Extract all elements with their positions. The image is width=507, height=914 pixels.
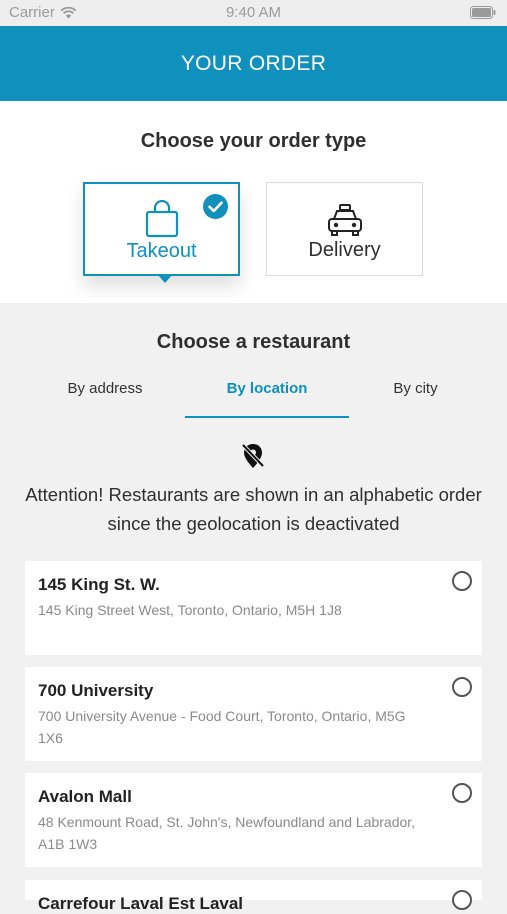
order-type-section: Choose your order type Takeout Delivery bbox=[0, 101, 507, 303]
geolocation-notice: Attention! Restaurants are shown in an a… bbox=[25, 484, 482, 534]
app-header: YOUR ORDER bbox=[0, 26, 507, 101]
restaurant-name: Carrefour Laval Est Laval bbox=[38, 894, 244, 913]
car-icon bbox=[326, 199, 364, 237]
radio-button[interactable] bbox=[452, 783, 472, 803]
restaurant-name: Avalon Mall bbox=[38, 787, 132, 806]
restaurant-address: 700 University Avenue - Food Court, Toro… bbox=[38, 708, 406, 746]
order-type-title: Choose your order type bbox=[140, 130, 367, 152]
shopping-bag-icon bbox=[145, 200, 179, 238]
restaurant-address: 145 King Street West, Toronto, Ontario, … bbox=[38, 602, 342, 618]
page-title: YOUR ORDER bbox=[180, 51, 327, 75]
check-icon bbox=[203, 194, 228, 219]
takeout-label: Takeout bbox=[126, 240, 197, 262]
restaurant-section-title: Choose a restaurant bbox=[156, 331, 351, 353]
battery-icon bbox=[470, 6, 496, 19]
status-time: 9:40 AM bbox=[225, 4, 282, 21]
location-off-icon bbox=[241, 443, 265, 468]
restaurant-name: 145 King St. W. bbox=[38, 575, 160, 594]
tab-by-address[interactable]: By address bbox=[25, 374, 185, 416]
radio-button[interactable] bbox=[452, 677, 472, 697]
restaurant-item-king-st[interactable]: 145 King St. W. 145 King Street West, To… bbox=[25, 561, 482, 655]
tab-by-city[interactable]: By city bbox=[349, 374, 482, 416]
radio-button[interactable] bbox=[452, 890, 472, 910]
restaurant-name: 700 University bbox=[38, 681, 154, 700]
restaurant-address: 48 Kenmount Road, St. John's, Newfoundla… bbox=[38, 814, 416, 852]
delivery-label: Delivery bbox=[308, 239, 381, 261]
selection-pointer bbox=[158, 275, 172, 283]
tab-by-location[interactable]: By location bbox=[185, 374, 349, 418]
restaurant-tabs: By address By location By city bbox=[0, 374, 507, 418]
radio-button[interactable] bbox=[452, 571, 472, 591]
takeout-option[interactable]: Takeout bbox=[83, 182, 240, 283]
restaurant-item-avalon-mall[interactable]: Avalon Mall 48 Kenmount Road, St. John's… bbox=[25, 773, 482, 867]
restaurant-item-carrefour-laval[interactable]: Carrefour Laval Est Laval bbox=[25, 880, 482, 913]
delivery-option[interactable]: Delivery bbox=[266, 182, 423, 276]
restaurant-item-university[interactable]: 700 University 700 University Avenue - F… bbox=[25, 667, 482, 761]
status-bar: Carrier 9:40 AM bbox=[0, 0, 507, 26]
